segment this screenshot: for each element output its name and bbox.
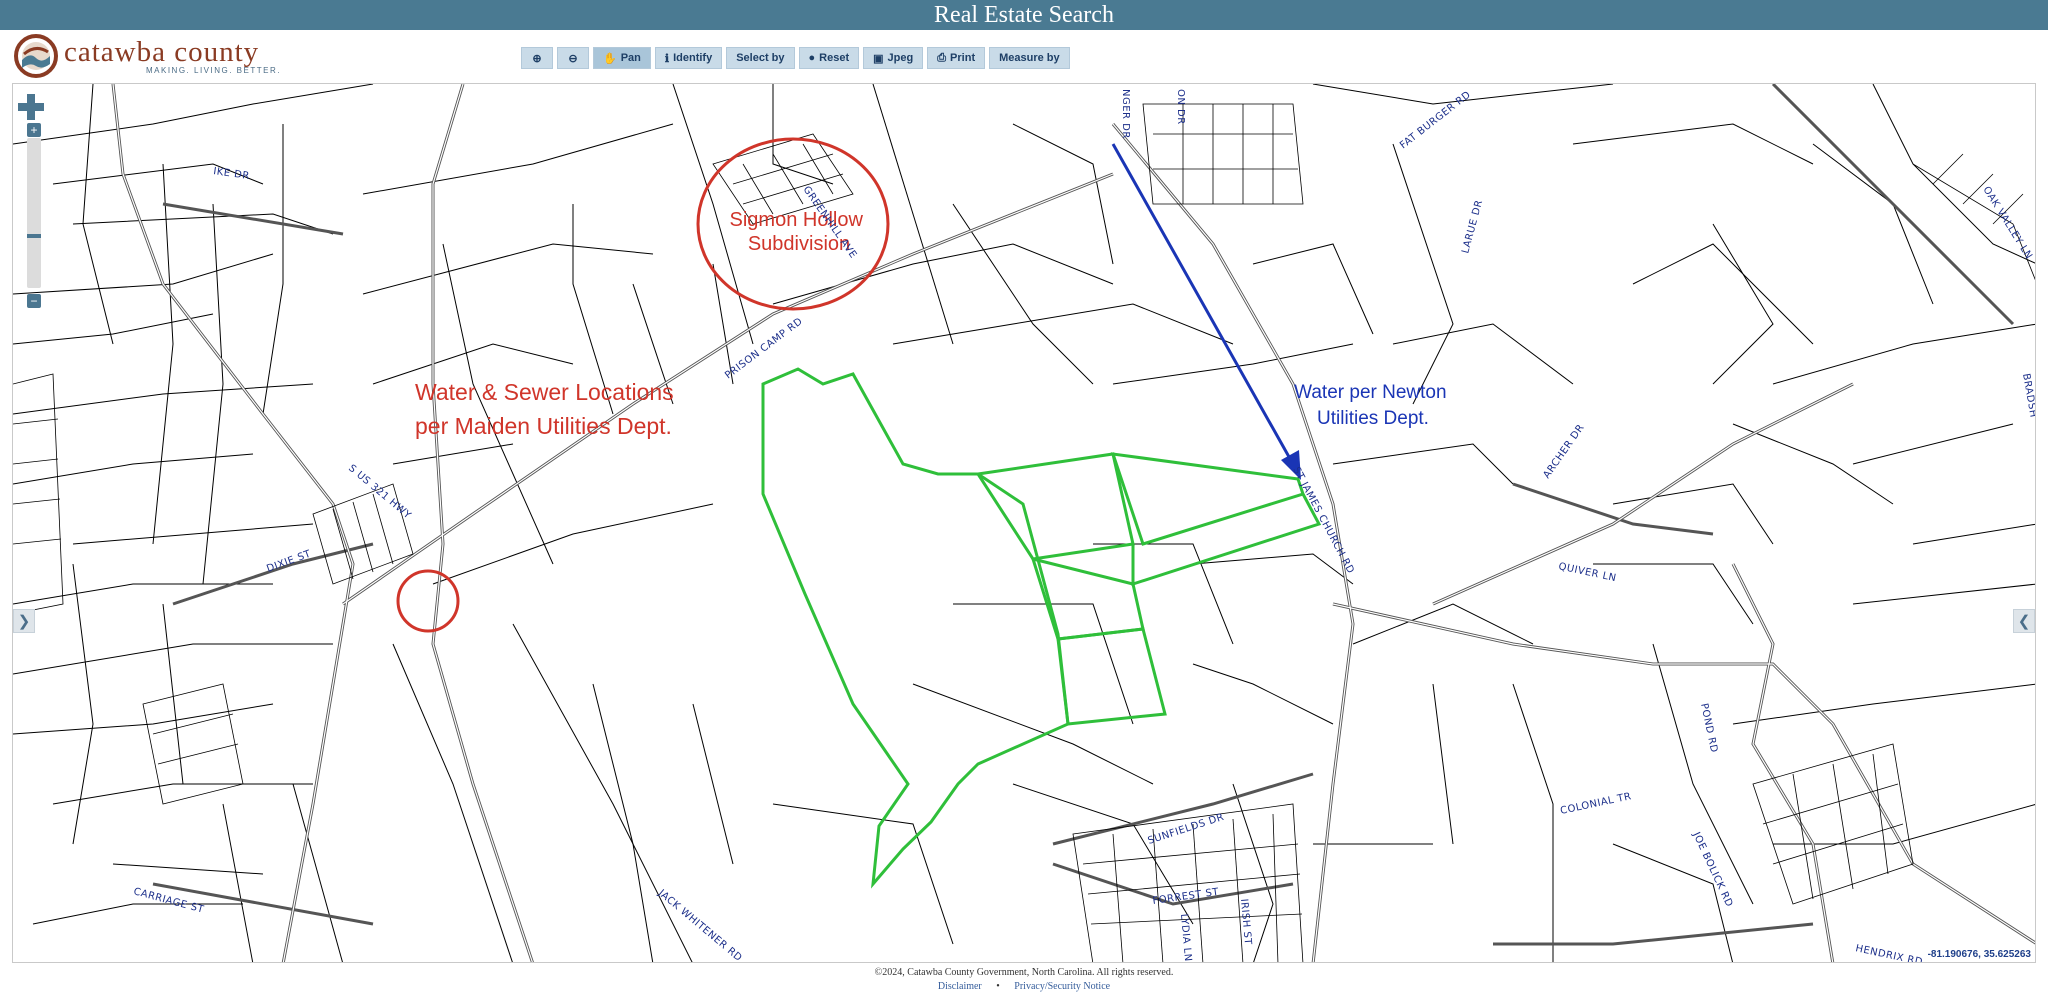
street-label-joe-bolick: JOE BOLICK RD (1690, 830, 1735, 909)
zoom-out-icon: ⊖ (568, 52, 578, 65)
subdivision-lots (13, 103, 2035, 962)
select-by-label: Select by (736, 52, 785, 64)
parcel-map-canvas[interactable]: Sigmon Hollow Subdivision Water & Sewer … (13, 84, 2036, 963)
printer-icon: ⎙ (937, 51, 947, 64)
road-casing (112, 84, 2035, 962)
street-label-bradshaw: BRADSH (2020, 373, 2036, 419)
street-label-st-james: ST JAMES CHURCH RD (1290, 465, 1356, 576)
zoom-slider-thumb[interactable] (27, 234, 41, 238)
zoom-in-button[interactable]: ⊕ (521, 47, 553, 69)
newton-water-label-line1: Water per Newton (1294, 382, 1446, 403)
pan-arrows-icon[interactable] (18, 94, 44, 120)
subdivision-label-line1: Sigmon Hollow (730, 209, 864, 231)
select-by-button[interactable]: Select by (726, 47, 795, 69)
svg-text:Water per Newton Utili: Water per Newton Utilities Dept. (1294, 382, 1452, 429)
hand-icon: ✋ (603, 52, 617, 65)
chevron-left-icon: ❮ (2017, 613, 2031, 630)
measure-by-button[interactable]: Measure by (989, 47, 1070, 69)
pan-label: Pan (620, 52, 641, 64)
zoom-out-button[interactable]: ⊖ (557, 47, 589, 69)
zoom-in-icon: ⊕ (532, 52, 542, 65)
street-label-quiver: QUIVER LN (1557, 561, 1617, 584)
newton-water-label-line2: Utilities Dept. (1317, 408, 1429, 429)
globe-icon: ● (808, 52, 816, 64)
street-labels: IKE DR PRISON CAMP RD S US 321 HWY DIXIE… (132, 89, 2036, 963)
reset-label: Reset (819, 52, 850, 64)
street-label-irish: IRISH ST (1238, 898, 1253, 946)
footer-separator: • (996, 981, 1000, 992)
map-zoom-out-button[interactable]: − (27, 294, 41, 308)
county-logo-mark-icon (14, 34, 58, 78)
water-sewer-circle (396, 569, 460, 633)
maiden-water-label-line2: per Maiden Utilities Dept. (415, 413, 672, 439)
privacy-link[interactable]: Privacy/Security Notice (1014, 981, 1110, 992)
app-title: Real Estate Search (934, 2, 1114, 28)
parcel-map[interactable]: Sigmon Hollow Subdivision Water & Sewer … (12, 83, 2036, 963)
right-panel-toggle[interactable]: ❮ (2013, 609, 2035, 633)
roads (111, 84, 2035, 962)
street-label-ike-dr: IKE DR (213, 166, 251, 182)
map-zoom-in-button[interactable]: + (27, 123, 41, 137)
county-logo-name: catawba county (64, 36, 260, 68)
identify-label: Identify (673, 52, 713, 64)
county-logo-tagline: MAKING. LIVING. BETTER. (146, 66, 281, 75)
coordinate-readout: -81.190676, 35.625263 (1927, 949, 2031, 960)
newton-arrow-line (1111, 143, 1295, 465)
parcel-lines (13, 84, 2035, 962)
disclaimer-link[interactable]: Disclaimer (938, 981, 982, 992)
street-label-larue: LARUE DR (1460, 199, 1485, 255)
street-label-hendrix: HENDRIX RD (1854, 943, 1923, 963)
street-label-archer: ARCHER DR (1541, 422, 1586, 480)
pan-button[interactable]: ✋ Pan (593, 47, 651, 69)
app-title-bar: Real Estate Search (0, 0, 2048, 30)
identify-button[interactable]: ℹ Identify (654, 47, 723, 69)
street-label-fat-burger: FAT BURGER RD (1398, 89, 1473, 151)
highlighted-parcels (761, 367, 1322, 889)
print-button[interactable]: ⎙ Print (927, 47, 986, 69)
street-label-jack-whitener: JACK WHITENER RD (655, 887, 744, 963)
zoom-slider[interactable] (27, 138, 41, 288)
map-navigation-control: + − (18, 94, 50, 334)
map-toolbar: ⊕ ⊖ ✋ Pan ℹ Identify Select by ● Reset ▣ Jpe… (521, 47, 1070, 69)
county-logo[interactable]: catawba county MAKING. LIVING. BETTER. (14, 34, 279, 80)
left-panel-toggle[interactable]: ❯ (13, 609, 35, 633)
chevron-right-icon: ❯ (17, 613, 31, 630)
street-label-on-dr: ON DR (1175, 89, 1186, 125)
maiden-water-label-line1: Water & Sewer Locations (415, 379, 674, 405)
street-label-pond: POND RD (1698, 702, 1719, 754)
copyright-text: ©2024, Catawba County Government, North … (874, 967, 1174, 978)
reset-button[interactable]: ● Reset (798, 47, 860, 69)
info-icon: ℹ (664, 52, 670, 65)
svg-text:Water & Sewer Locations: Water & Sewer Locations per Maiden Utili… (415, 379, 680, 439)
map-annotations: Sigmon Hollow Subdivision Water & Sewer … (396, 137, 1452, 633)
jpeg-button[interactable]: ▣ Jpeg (863, 47, 924, 69)
measure-by-label: Measure by (999, 52, 1060, 64)
print-label: Print (950, 52, 976, 64)
jpeg-label: Jpeg (887, 52, 914, 64)
street-label-ringer: NGER DR (1120, 89, 1131, 139)
footer-links: Disclaimer • Privacy/Security Notice (0, 981, 2048, 992)
image-icon: ▣ (873, 52, 884, 65)
street-label-forrest: FORREST ST (1152, 887, 1220, 907)
street-label-colonial: COLONIAL TR (1559, 791, 1632, 817)
page-footer: ©2024, Catawba County Government, North … (0, 967, 2048, 992)
